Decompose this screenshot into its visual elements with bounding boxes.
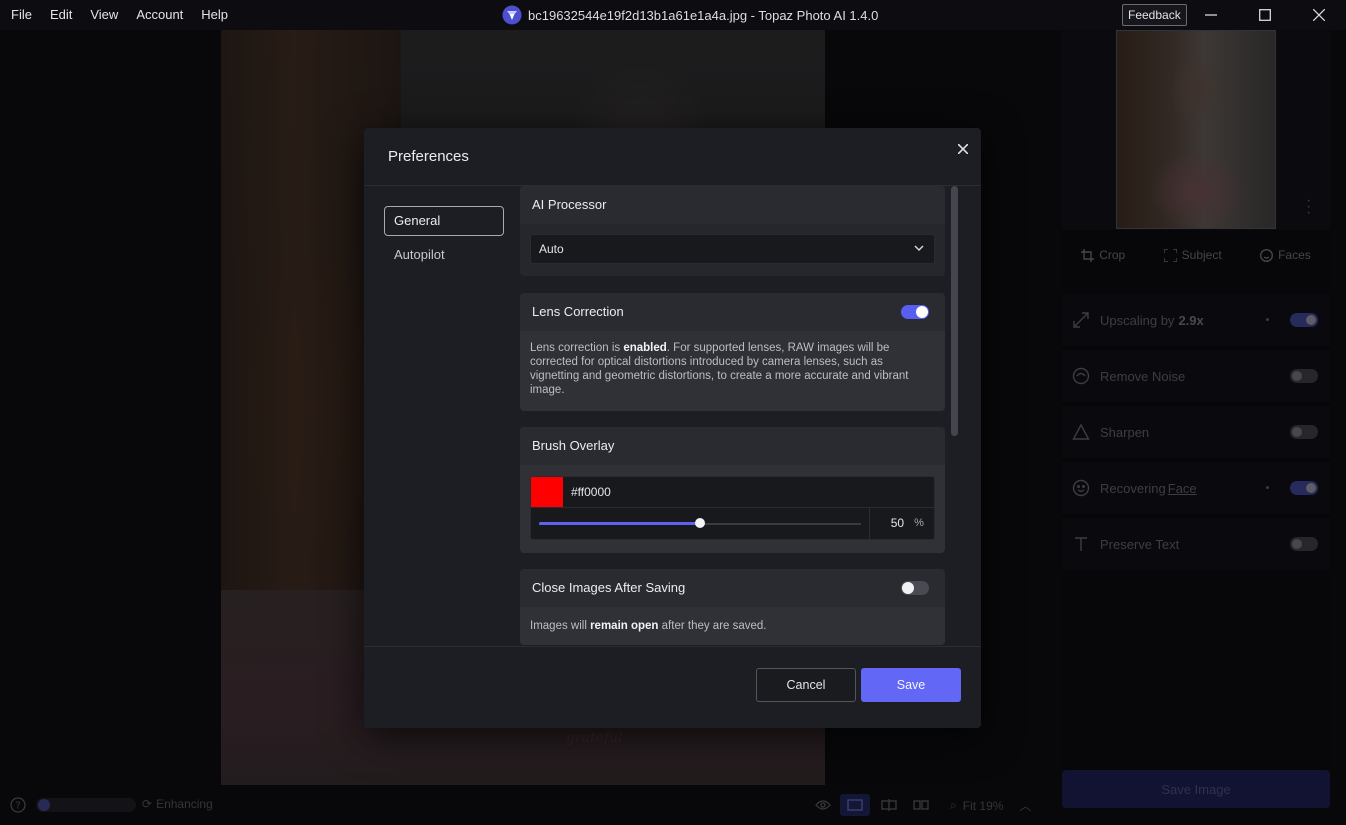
tab-autopilot[interactable]: Autopilot (384, 240, 504, 270)
window-title-text: bc19632544e19f2d13b1a61e1a4a.jpg - Topaz… (528, 7, 879, 23)
lens-correction-description: Lens correction is enabled. For supporte… (520, 331, 945, 411)
slider-handle[interactable] (695, 518, 705, 528)
window-title: bc19632544e19f2d13b1a61e1a4a.jpg - Topaz… (502, 0, 878, 30)
close-icon (958, 144, 968, 154)
ai-processor-select[interactable]: Auto (530, 234, 935, 264)
brush-overlay-body: #ff0000 50 % (520, 465, 945, 553)
topaz-logo-icon (502, 5, 522, 25)
menu-view[interactable]: View (81, 0, 127, 30)
save-button[interactable]: Save (861, 668, 961, 702)
content-scrollbar[interactable] (951, 186, 958, 436)
maximize-button[interactable] (1242, 0, 1288, 30)
maximize-icon (1259, 9, 1271, 21)
close-icon (1313, 9, 1325, 21)
minimize-button[interactable] (1188, 0, 1234, 30)
close-desc-suffix: after they are saved. (658, 620, 767, 632)
footer-divider (364, 646, 981, 647)
preferences-content[interactable]: AI Processor Auto Lens Correction Lens c… (520, 186, 945, 646)
dialog-title: Preferences (388, 148, 469, 165)
preferences-dialog: Preferences General Autopilot AI Process… (364, 128, 981, 728)
brush-color-swatch[interactable] (531, 477, 563, 507)
feedback-button[interactable]: Feedback (1122, 4, 1187, 26)
lens-correction-card: Lens Correction Lens correction is enabl… (520, 293, 945, 411)
close-after-saving-title: Close Images After Saving (532, 580, 686, 595)
brush-opacity-slider[interactable] (531, 508, 871, 539)
ai-processor-card: AI Processor Auto (520, 186, 945, 276)
brush-opacity-row: 50 % (530, 508, 935, 540)
slider-fill (539, 522, 700, 525)
lens-correction-header: Lens Correction (520, 293, 945, 331)
minimize-icon (1205, 14, 1217, 16)
brush-opacity-unit: % (914, 517, 924, 529)
close-after-saving-card: Close Images After Saving Images will re… (520, 569, 945, 645)
title-bar: File Edit View Account Help bc19632544e1… (0, 0, 1346, 30)
close-after-saving-description: Images will remain open after they are s… (520, 607, 945, 645)
menu-edit[interactable]: Edit (41, 0, 81, 30)
tab-general[interactable]: General (384, 206, 504, 236)
close-after-saving-toggle[interactable] (901, 581, 929, 595)
brush-opacity-value[interactable]: 50 (870, 508, 904, 539)
brush-overlay-title: Brush Overlay (520, 427, 945, 465)
cancel-button[interactable]: Cancel (756, 668, 856, 702)
lens-correction-toggle[interactable] (901, 305, 929, 319)
lens-desc-prefix: Lens correction is (530, 342, 624, 354)
dialog-close-button[interactable] (953, 139, 973, 159)
brush-overlay-card: Brush Overlay #ff0000 50 % (520, 427, 945, 553)
menu-bar: File Edit View Account Help (0, 0, 237, 30)
ai-processor-title: AI Processor (520, 186, 945, 224)
close-after-saving-header: Close Images After Saving (520, 569, 945, 607)
chevron-down-icon (914, 245, 924, 252)
brush-color-field[interactable]: #ff0000 (530, 476, 935, 508)
close-desc-bold: remain open (590, 620, 659, 632)
brush-color-hex: #ff0000 (571, 485, 611, 499)
lens-desc-bold: enabled (623, 342, 667, 354)
close-window-button[interactable] (1296, 0, 1342, 30)
close-desc-prefix: Images will (530, 620, 591, 632)
ai-processor-value: Auto (539, 242, 564, 256)
lens-correction-title: Lens Correction (532, 304, 624, 319)
menu-file[interactable]: File (2, 0, 41, 30)
menu-account[interactable]: Account (127, 0, 192, 30)
menu-help[interactable]: Help (192, 0, 237, 30)
